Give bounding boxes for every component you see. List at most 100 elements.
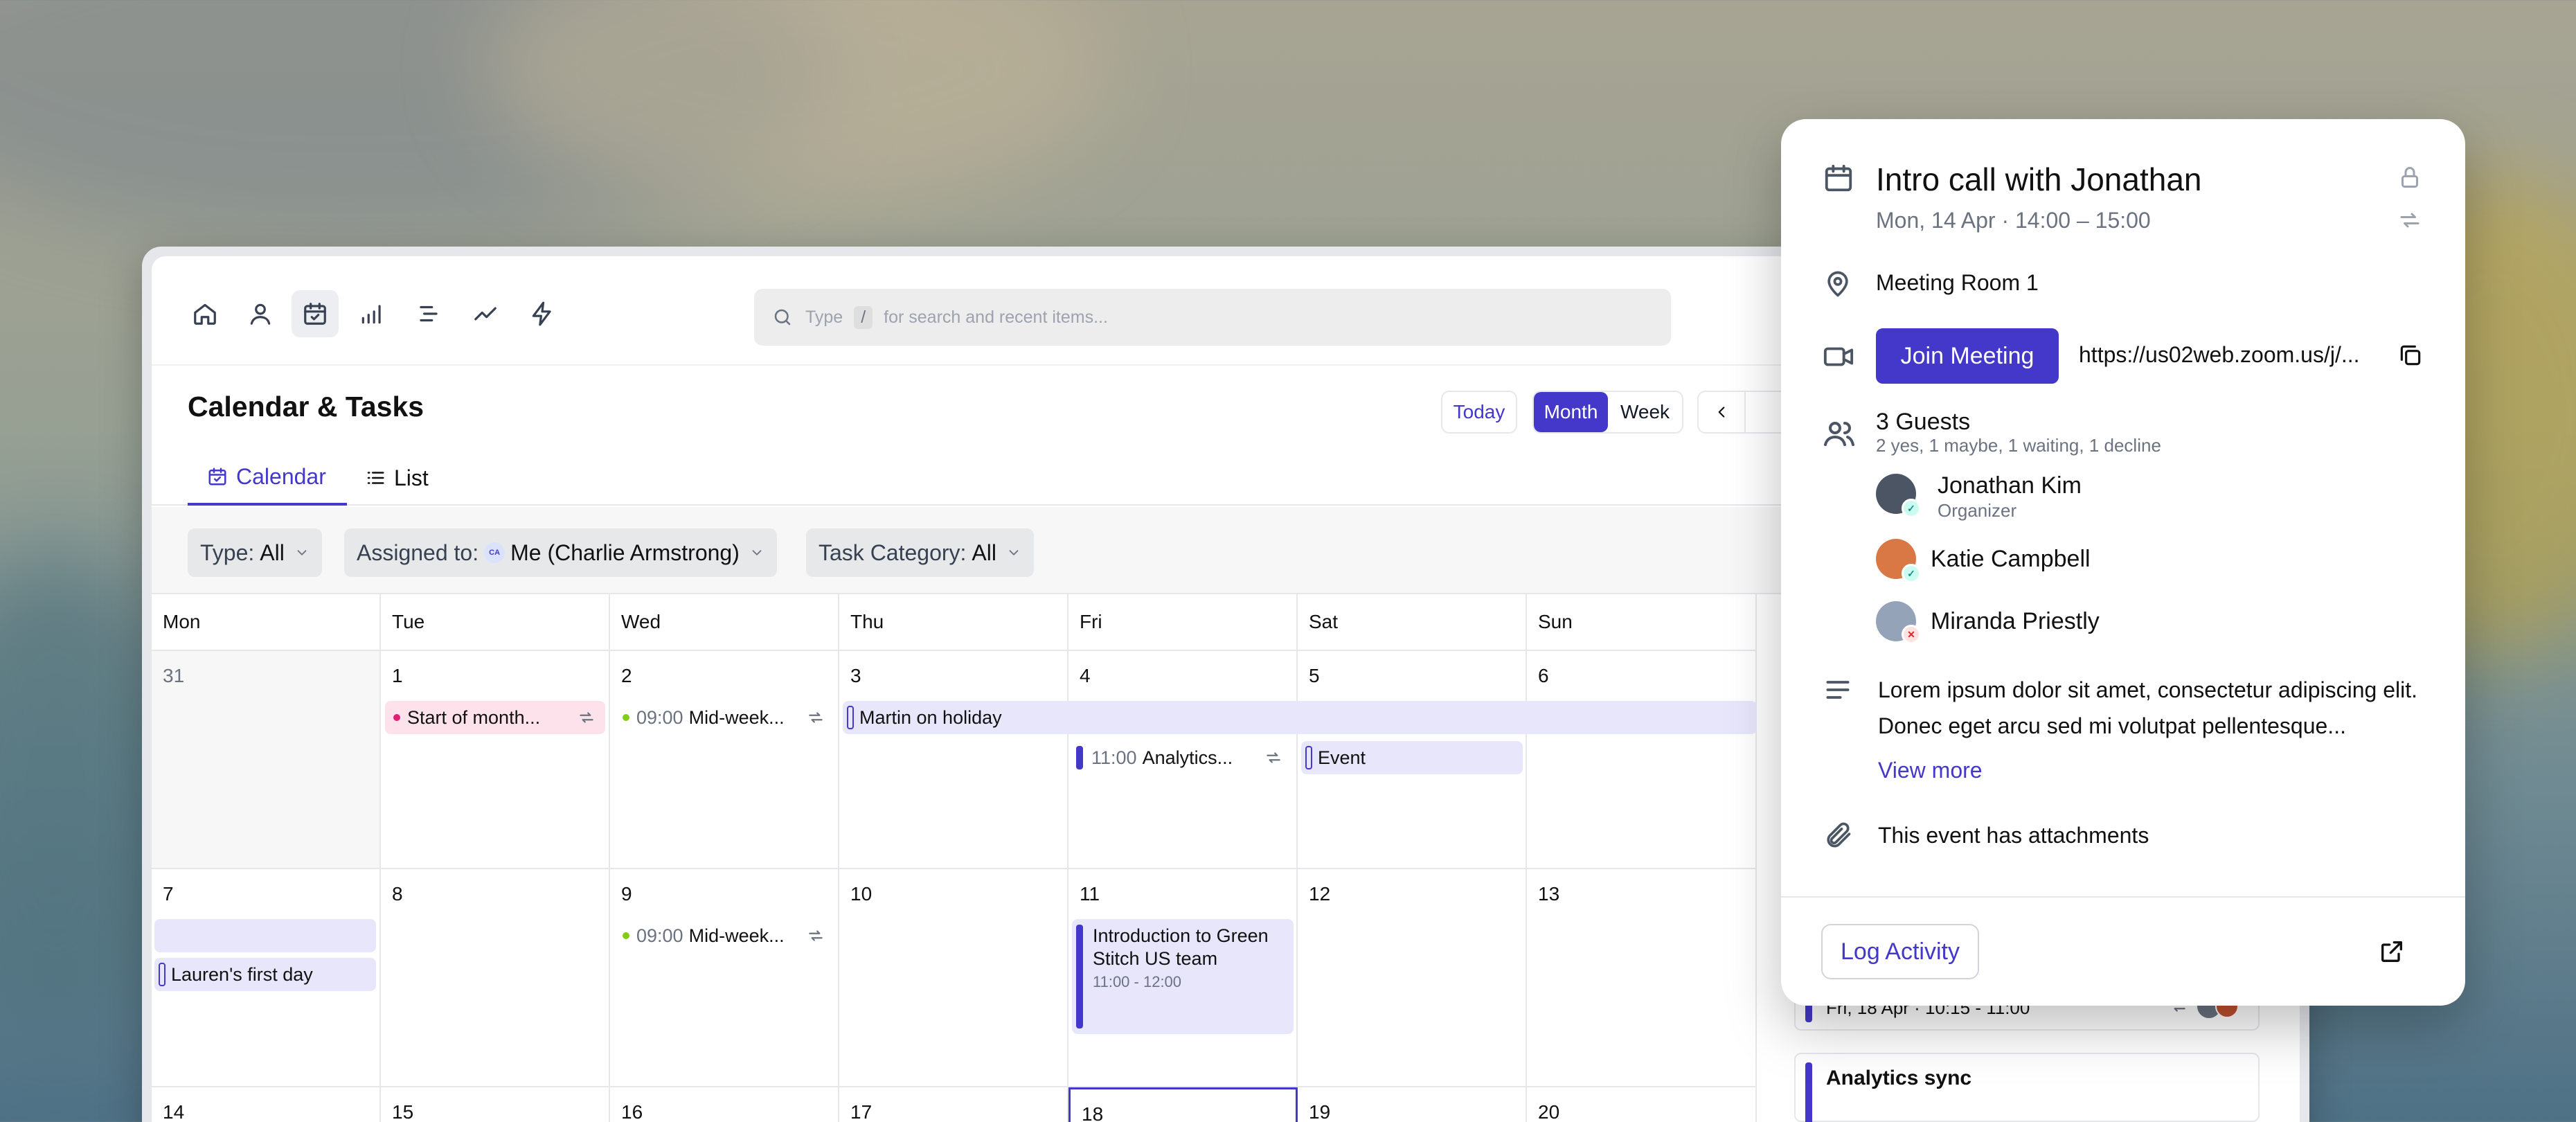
day-number: 1	[392, 665, 403, 686]
day-number: 9	[621, 883, 632, 905]
assigned-filter[interactable]: Assigned to: CA Me (Charlie Armstrong)	[344, 528, 777, 577]
tab-list[interactable]: List	[365, 450, 429, 506]
assigned-filter-value: Me (Charlie Armstrong)	[510, 540, 740, 565]
day-number: 12	[1309, 883, 1331, 905]
guest-name: Miranda Priestly	[1931, 608, 2100, 634]
day-cell-today[interactable]: 18	[1068, 1087, 1298, 1122]
prev-period-button[interactable]	[1699, 392, 1746, 432]
day-number: 18	[1082, 1103, 1104, 1122]
day-cell[interactable]: 12	[1298, 869, 1527, 1087]
day-cell[interactable]: 14	[152, 1087, 381, 1122]
repeat-icon[interactable]	[2397, 208, 2422, 233]
chevron-down-icon	[297, 550, 307, 555]
day-cell[interactable]: 9	[610, 869, 839, 1087]
day-number: 2	[621, 665, 632, 686]
repeat-icon	[1267, 752, 1280, 763]
guests-title: 3 Guests	[1876, 409, 1971, 435]
day-number: 31	[163, 665, 185, 686]
chevron-left-icon	[1718, 407, 1725, 418]
calendar-icon	[208, 467, 226, 486]
day-cell[interactable]: 8	[381, 869, 610, 1087]
type-filter-label: Type:	[200, 540, 255, 565]
day-cell[interactable]: 17	[839, 1087, 1068, 1122]
log-activity-button[interactable]: Log Activity	[1821, 924, 1979, 979]
align-lines-icon[interactable]	[405, 290, 452, 337]
calendar-event[interactable]	[154, 919, 376, 952]
day-number: 6	[1538, 665, 1549, 686]
avatar: CA	[484, 542, 506, 563]
day-cell[interactable]: 13	[1527, 869, 1757, 1087]
day-cell[interactable]: 3	[839, 651, 1068, 869]
meeting-url[interactable]: https://us02web.zoom.us/j/...	[2079, 342, 2383, 368]
external-link-icon[interactable]	[2378, 938, 2406, 965]
day-number: 17	[850, 1101, 873, 1122]
event-title: Analytics sync	[1826, 1067, 1972, 1089]
calendar-event[interactable]: 09:00 Mid-week...	[614, 919, 834, 952]
tab-calendar[interactable]: Calendar	[188, 450, 347, 506]
week-view-button[interactable]: Week	[1608, 392, 1682, 432]
list-item[interactable]: Analytics sync	[1794, 1053, 2260, 1122]
day-number: 11	[1080, 883, 1100, 905]
user-icon[interactable]	[237, 290, 284, 337]
guest-role: Organizer	[1938, 500, 2017, 521]
day-header: Tue	[381, 594, 610, 651]
trend-line-icon[interactable]	[462, 290, 509, 337]
guest-name: Katie Campbell	[1931, 546, 2091, 572]
view-toggle: Month Week	[1532, 391, 1683, 434]
event-bar	[1805, 1062, 1812, 1122]
calendar-event[interactable]: Martin on holiday	[843, 701, 1757, 734]
day-cell[interactable]: 20	[1527, 1087, 1757, 1122]
repeat-icon	[809, 930, 823, 941]
event-dot	[623, 714, 629, 721]
assigned-filter-label: Assigned to:	[357, 540, 479, 565]
calendar-icon	[1825, 164, 1852, 192]
day-header: Wed	[610, 594, 839, 651]
copy-icon[interactable]	[2397, 342, 2424, 368]
event-title: Lauren's first day	[171, 963, 313, 985]
event-bar	[847, 706, 854, 729]
event-bar	[159, 963, 166, 986]
calendar-check-icon[interactable]	[292, 290, 339, 337]
day-cell[interactable]: 10	[839, 869, 1068, 1087]
category-filter[interactable]: Task Category: All	[806, 528, 1034, 577]
month-view-button[interactable]: Month	[1534, 392, 1608, 432]
calendar-event[interactable]: Introduction to Green Stitch US team 11:…	[1072, 919, 1294, 1034]
day-number: 4	[1080, 665, 1091, 686]
view-more-link[interactable]: View more	[1878, 758, 1983, 783]
location-pin-icon	[1827, 271, 1848, 297]
guests-summary: 2 yes, 1 maybe, 1 waiting, 1 decline	[1876, 435, 2161, 456]
day-cell[interactable]: 15	[381, 1087, 610, 1122]
paperclip-icon	[1827, 822, 1851, 848]
period-nav	[1697, 391, 1794, 434]
day-number: 13	[1538, 883, 1560, 905]
search-input[interactable]: Type / for search and recent items...	[754, 289, 1671, 346]
attachments-note: This event has attachments	[1878, 823, 2149, 848]
event-description: Lorem ipsum dolor sit amet, consectetur …	[1878, 677, 2418, 738]
category-filter-label: Task Category:	[819, 540, 967, 565]
type-filter[interactable]: Type: All	[188, 528, 322, 577]
calendar-event[interactable]: 09:00 Mid-week...	[614, 701, 834, 734]
calendar-event[interactable]: Event	[1301, 741, 1523, 774]
calendar-event[interactable]: 11:00 Analytics...	[1072, 741, 1292, 774]
day-cell[interactable]: 1	[381, 651, 610, 869]
event-title: Mid-week...	[688, 706, 785, 728]
event-title: Martin on holiday	[859, 706, 1002, 728]
day-cell[interactable]: 6	[1527, 651, 1757, 869]
search-prefix: Type	[805, 307, 843, 327]
calendar-event[interactable]: Start of month...	[385, 701, 605, 734]
tab-calendar-label: Calendar	[236, 463, 326, 489]
day-cell[interactable]: 19	[1298, 1087, 1527, 1122]
event-datetime: Mon, 14 Apr · 14:00 – 15:00	[1876, 208, 2151, 233]
day-cell[interactable]: 31	[152, 651, 381, 869]
day-header: Thu	[839, 594, 1068, 651]
today-button[interactable]: Today	[1441, 391, 1517, 434]
day-cell[interactable]: 2	[610, 651, 839, 869]
join-meeting-button[interactable]: Join Meeting	[1876, 328, 2059, 384]
home-icon[interactable]	[181, 290, 229, 337]
lock-icon[interactable]	[2397, 165, 2422, 190]
day-cell[interactable]: 16	[610, 1087, 839, 1122]
lightning-icon[interactable]	[519, 290, 566, 337]
calendar-event[interactable]: Lauren's first day	[154, 958, 376, 991]
chevron-down-icon	[752, 550, 762, 555]
signal-bars-icon[interactable]	[348, 290, 395, 337]
